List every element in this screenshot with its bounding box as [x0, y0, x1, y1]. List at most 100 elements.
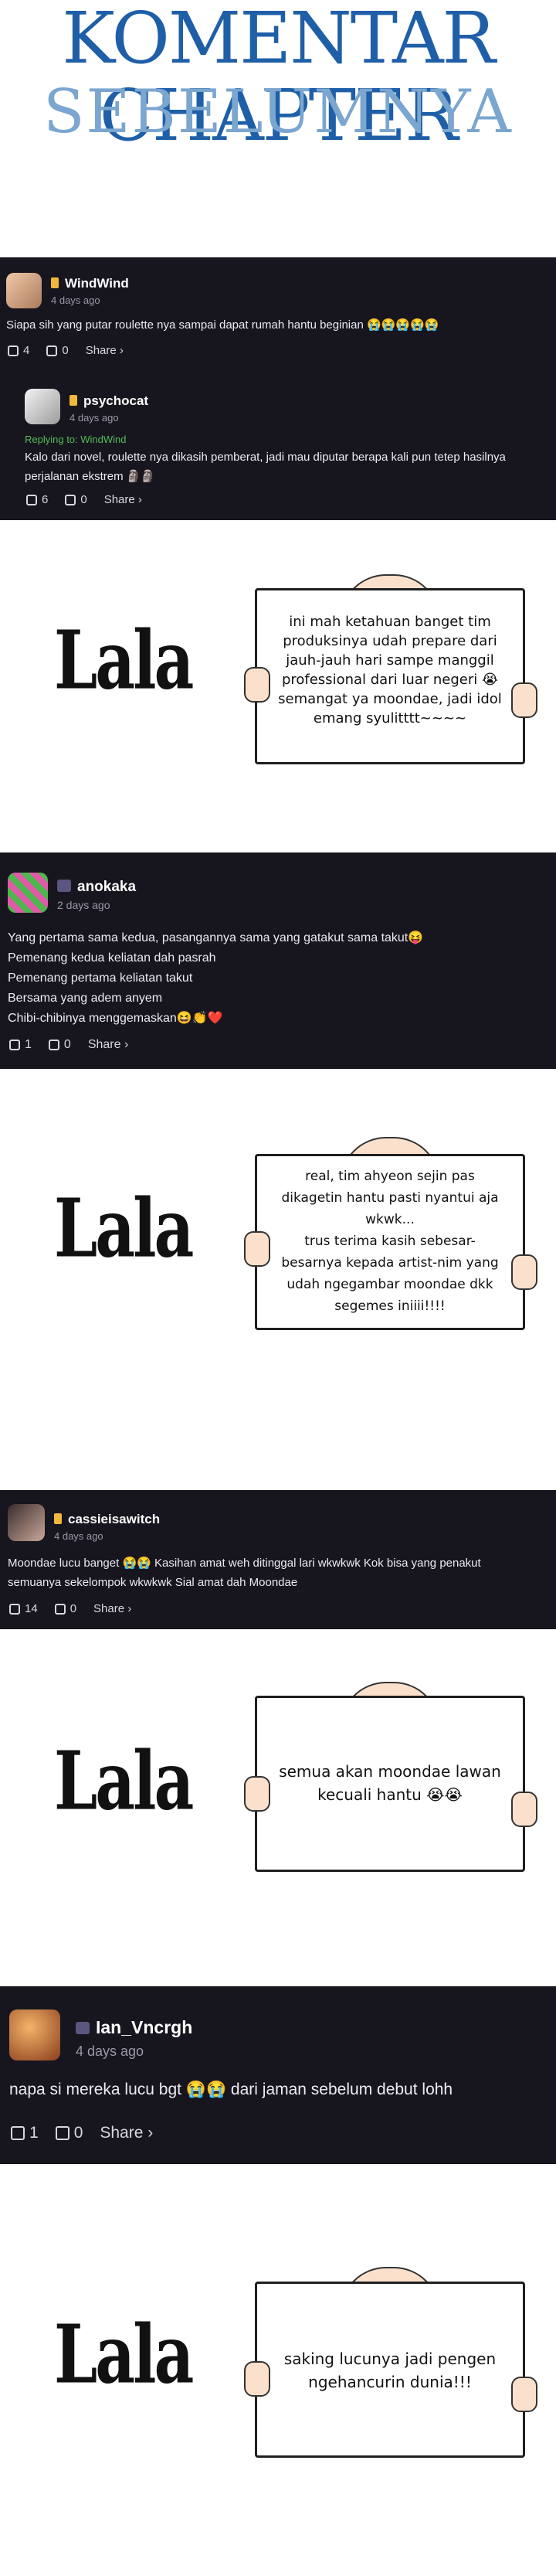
reply-text-line: Kalo dari novel, roulette nya dikasih pe…	[25, 451, 506, 464]
reply-text-line: perjalanan ekstrem 🗿🗿	[25, 470, 156, 483]
response-panel: Lala semua akan moondae lawan kecuali ha…	[0, 1629, 556, 1986]
comment-time: 4 days ago	[76, 2043, 144, 2059]
chapter-comments-header: KOMENTAR CHAPTER SEBELUMNYA	[0, 0, 556, 255]
comment-actions: 1 0 Share ›	[9, 1038, 128, 1052]
comment-text: Siapa sih yang putar roulette nya sampai…	[6, 318, 439, 332]
thumbs-down-icon[interactable]	[65, 494, 76, 505]
share-button[interactable]: Share ›	[104, 493, 142, 506]
share-button[interactable]: Share ›	[86, 344, 124, 357]
left-hand	[244, 2361, 270, 2397]
thumbs-up-icon[interactable]	[9, 1040, 20, 1050]
left-hand	[244, 1776, 270, 1812]
supporter-badge-icon	[70, 395, 77, 406]
username[interactable]: anokaka	[57, 879, 136, 896]
comment-line: Pemenang pertama keliatan takut	[8, 972, 193, 985]
comment-time: 2 days ago	[57, 899, 110, 911]
share-button[interactable]: Share ›	[100, 2124, 153, 2142]
comment-line: Bersama yang adem anyem	[8, 992, 163, 1005]
response-line: trus terima kasih sebesar-	[304, 1234, 476, 1249]
left-hand	[244, 667, 270, 703]
avatar[interactable]	[8, 1504, 45, 1541]
thumbs-down-icon[interactable]	[55, 2126, 70, 2140]
comment-line: Pemenang kedua keliatan dah pasrah	[8, 951, 216, 965]
supporter-badge-icon	[51, 277, 59, 288]
left-hand	[244, 1231, 270, 1267]
response-line: dikagetin hantu pasti nyantui aja	[281, 1190, 499, 1206]
reply-time: 4 days ago	[70, 412, 119, 424]
response-text: semua akan moondae lawan kecuali hantu 😭…	[257, 1760, 523, 1806]
responder-name: Lala	[54, 2307, 194, 2402]
thumbs-up-icon[interactable]	[26, 494, 37, 505]
response-panel: Lala saking lucunya jadi pengen ngehancu…	[0, 2164, 556, 2576]
response-panel: Lala real, tim ahyeon sejin pas dikageti…	[0, 1069, 556, 1490]
dislike-count: 0	[70, 1602, 77, 1615]
comment-block: anokaka 2 days ago Yang pertama sama ked…	[0, 852, 556, 1069]
avatar-badge-icon	[57, 880, 71, 892]
right-hand	[511, 682, 537, 718]
share-button[interactable]: Share ›	[88, 1038, 128, 1052]
thumbs-up-icon[interactable]	[11, 2126, 25, 2140]
reply-text: Kalo dari novel, roulette nya dikasih pe…	[25, 447, 506, 486]
like-count: 14	[25, 1602, 38, 1615]
avatar[interactable]	[8, 873, 48, 913]
response-line: kecuali hantu 😭😭	[317, 1785, 463, 1804]
response-line: saking lucunya jadi pengen	[283, 2350, 497, 2368]
comment-time: 4 days ago	[54, 1530, 103, 1542]
responder-name: Lala	[54, 1734, 194, 1829]
dislike-count: 0	[80, 493, 87, 506]
response-line: emang syulitttt~~~~	[313, 710, 467, 727]
like-count: 1	[25, 1038, 32, 1051]
comment-line: semuanya sekelompok wkwkwk Sial amat dah…	[8, 1576, 298, 1589]
share-button[interactable]: Share ›	[93, 1602, 131, 1615]
thumbs-down-icon[interactable]	[54, 1603, 66, 1615]
response-text: saking lucunya jadi pengen ngehancurin d…	[257, 2347, 523, 2394]
response-line: ngehancurin dunia!!!	[308, 2373, 472, 2391]
responder-name: Lala	[54, 613, 194, 708]
comment-actions: 4 0 Share ›	[8, 344, 124, 357]
response-line: semua akan moondae lawan	[279, 1762, 501, 1781]
comment-actions: 14 0 Share ›	[9, 1602, 131, 1615]
comment-time: 4 days ago	[51, 294, 100, 306]
like-count: 1	[29, 2124, 39, 2142]
comment-text: Yang pertama sama kedua, pasangannya sam…	[8, 928, 423, 1029]
like-count: 4	[23, 344, 30, 357]
thumbs-up-icon[interactable]	[9, 1603, 20, 1615]
header-title-line2: SEBELUMNYA	[43, 77, 513, 147]
comment-block: cassieisawitch 4 days ago Moondae lucu b…	[0, 1490, 556, 1629]
comment-line: Chibi-chibinya menggemaskan😆👏❤️	[8, 1012, 223, 1025]
comment-line: Moondae lucu banget 😭😭 Kasihan amat weh …	[8, 1557, 481, 1570]
right-hand	[511, 2377, 537, 2412]
replying-to-label[interactable]: Replying to: WindWind	[25, 434, 127, 445]
username[interactable]: Ian_Vncrgh	[76, 2017, 192, 2038]
response-text: real, tim ahyeon sejin pas dikagetin han…	[257, 1165, 523, 1317]
response-line: besarnya kepada artist-nim yang	[281, 1255, 499, 1271]
speech-board: real, tim ahyeon sejin pas dikagetin han…	[255, 1154, 525, 1330]
response-line: jauh-jauh hari sampe manggil	[286, 652, 494, 669]
speech-board: saking lucunya jadi pengen ngehancurin d…	[255, 2282, 525, 2458]
comment-text: napa si mereka lucu bgt 😭😭 dari jaman se…	[9, 2081, 453, 2098]
avatar[interactable]	[9, 2009, 60, 2060]
avatar[interactable]	[25, 389, 60, 424]
speech-board: ini mah ketahuan banget tim produksinya …	[255, 588, 525, 764]
reply-username[interactable]: psychocat	[70, 393, 148, 409]
reply-actions: 6 0 Share ›	[26, 493, 142, 506]
response-line: real, tim ahyeon sejin pas	[305, 1169, 475, 1184]
avatar-badge-icon	[76, 2022, 90, 2034]
response-line: segemes iniiii!!!!	[334, 1298, 446, 1314]
comment-block: WindWind 4 days ago Siapa sih yang putar…	[0, 257, 556, 520]
comment-line: Yang pertama sama kedua, pasangannya sam…	[8, 931, 424, 944]
username[interactable]: WindWind	[51, 276, 129, 291]
thumbs-down-icon[interactable]	[48, 1040, 59, 1050]
comment-text: Moondae lucu banget 😭😭 Kasihan amat weh …	[8, 1553, 481, 1592]
speech-board: semua akan moondae lawan kecuali hantu 😭…	[255, 1696, 525, 1872]
username[interactable]: cassieisawitch	[54, 1512, 160, 1527]
avatar[interactable]	[6, 273, 42, 308]
thumbs-down-icon[interactable]	[46, 345, 58, 356]
response-line: professional dari luar negeri 😭	[281, 672, 499, 688]
comment-actions: 1 0 Share ›	[11, 2124, 153, 2142]
right-hand	[511, 1254, 537, 1290]
response-text: ini mah ketahuan banget tim produksinya …	[257, 612, 523, 728]
thumbs-up-icon[interactable]	[8, 345, 19, 356]
supporter-badge-icon	[54, 1513, 62, 1524]
like-count: 6	[42, 493, 49, 506]
